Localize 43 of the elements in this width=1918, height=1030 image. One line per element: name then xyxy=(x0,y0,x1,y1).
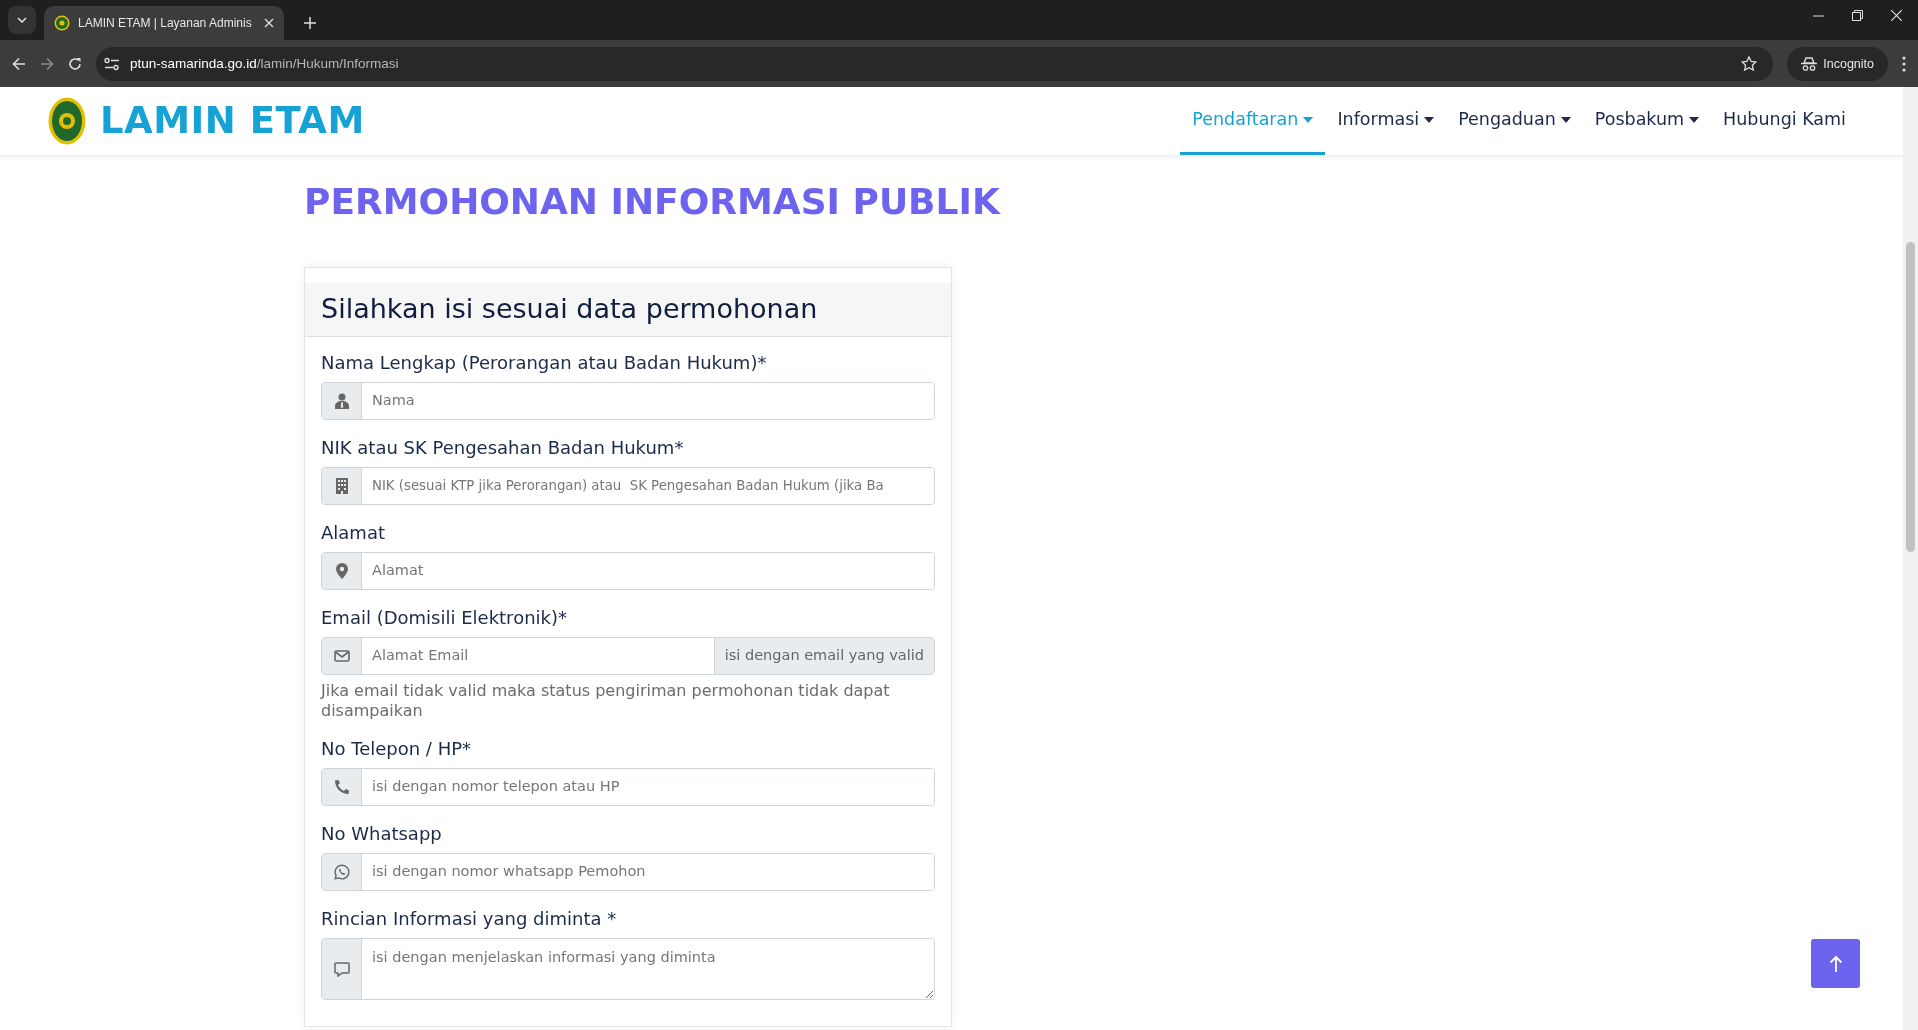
page-title: PERMOHONAN INFORMASI PUBLIK xyxy=(304,180,1002,224)
form-heading: Silahkan isi sesuai data permohonan xyxy=(305,283,951,337)
close-icon[interactable] xyxy=(264,18,274,28)
field-label: Rincian Informasi yang diminta * xyxy=(321,906,618,931)
email-field[interactable]: Alamat Email isi dengan email yang valid xyxy=(321,636,935,675)
close-icon[interactable] xyxy=(1891,9,1902,21)
help-text: Jika email tidak valid maka status pengiriman permohonan tidak dapat disampaikan xyxy=(321,680,891,721)
chat-bubble-phone-icon xyxy=(333,863,350,880)
menu-icon[interactable] xyxy=(1902,55,1906,72)
scrollbar[interactable] xyxy=(1903,87,1918,1030)
nav-link[interactable]: Posbakum xyxy=(1582,87,1712,155)
person-icon xyxy=(334,392,349,409)
restore-icon[interactable] xyxy=(1852,9,1863,21)
site-settings-icon[interactable] xyxy=(104,56,120,71)
court-emblem-logo xyxy=(48,97,86,145)
envelope-icon xyxy=(333,649,350,662)
field-label: NIK atau SK Pengesahan Badan Hukum* xyxy=(321,435,685,460)
building-icon xyxy=(335,477,348,494)
address-bar[interactable]: ptun-samarinda.go.id/lamin/Hukum/Informasi xyxy=(96,46,1774,81)
field-label: No Whatsapp xyxy=(321,821,443,846)
forward-icon[interactable] xyxy=(40,56,54,71)
input-hint-addon: isi dengan email yang valid xyxy=(713,637,934,674)
nav-link[interactable]: Informasi xyxy=(1325,87,1447,155)
tab-list-button[interactable] xyxy=(8,6,36,34)
star-icon[interactable] xyxy=(1741,55,1758,72)
scroll-to-top-button[interactable] xyxy=(1811,939,1860,988)
reload-icon[interactable] xyxy=(68,56,82,71)
location-pin-icon xyxy=(335,562,348,579)
back-icon[interactable] xyxy=(12,56,26,71)
incognito-button[interactable]: Incognito xyxy=(1787,46,1888,81)
chevron-down-icon xyxy=(17,17,27,23)
site-logo-icon xyxy=(54,15,70,31)
phone-icon xyxy=(333,778,350,795)
nav-link[interactable]: Hubungi Kami xyxy=(1711,87,1858,155)
field-label: No Telepon / HP* xyxy=(321,736,473,761)
field-label: Email (Domisili Elektronik)* xyxy=(321,605,568,630)
chat-bubble-icon xyxy=(333,960,350,977)
arrow-up-icon xyxy=(1828,954,1843,973)
field-label: Nama Lengkap (Perorangan atau Badan Hukum)* xyxy=(321,350,768,375)
nav-link[interactable]: Pengaduan xyxy=(1446,87,1583,155)
browser-tab[interactable]: LAMIN ETAM | Layanan Adminis xyxy=(44,6,284,40)
incognito-icon xyxy=(1801,56,1818,71)
field-label: Alamat xyxy=(321,520,386,545)
